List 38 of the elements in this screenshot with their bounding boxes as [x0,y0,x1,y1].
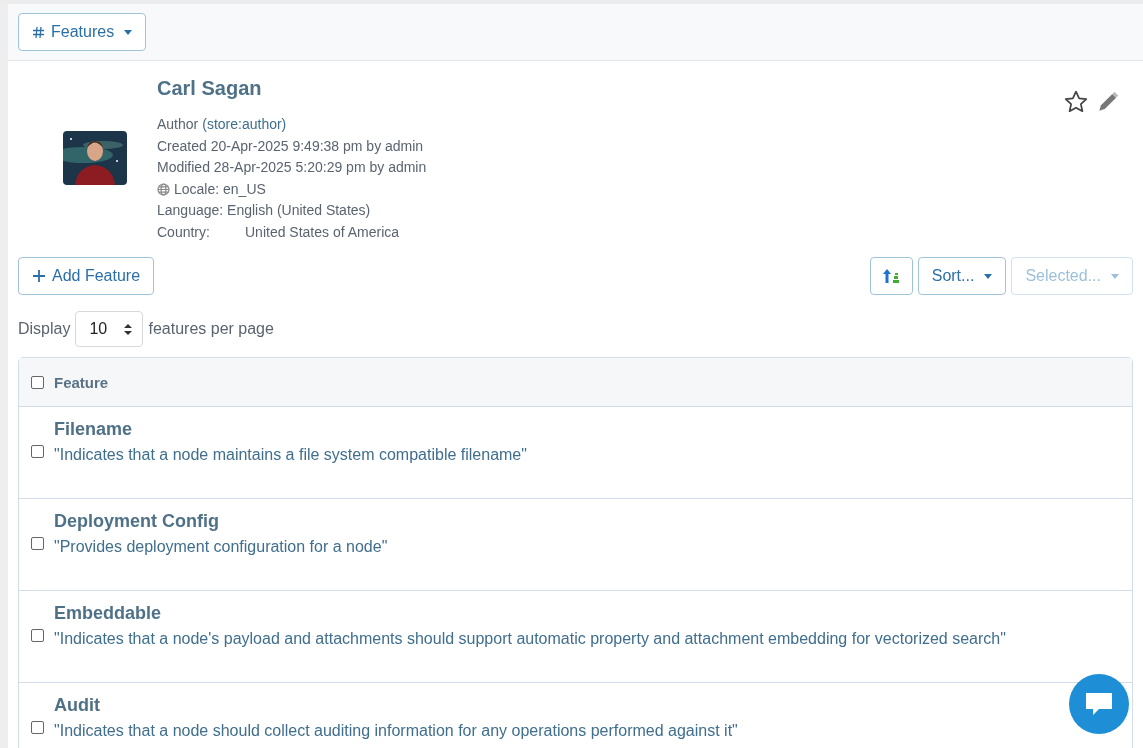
feature-description: "Indicates that a node maintains a file system compatible filename" [54,446,527,464]
chat-bubble-icon [1084,691,1114,717]
sort-arrow-icon [882,268,900,284]
display-label: Display [18,320,71,338]
feature-description: "Provides deployment configuration for a node" [54,538,388,556]
sort-button[interactable]: Sort... [917,257,1007,295]
feature-name[interactable]: Audit [54,695,738,716]
type-link[interactable]: (store:author) [202,114,287,136]
node-title: Carl Sagan [157,77,263,100]
country-value: United States of America [245,222,400,242]
chat-button[interactable] [1069,674,1129,734]
plus-icon [32,269,46,283]
add-feature-button[interactable]: Add Feature [18,257,155,295]
hash-icon [32,25,45,39]
country-label: Country: [157,222,211,242]
language-text: Language: English (United States) [157,201,372,220]
updown-caret-icon [124,323,133,335]
select-all-checkbox[interactable] [31,375,44,389]
star-icon[interactable] [1063,89,1089,115]
modified-text: Modified 28-Apr-2025 5:20:29 pm by admin [157,158,428,177]
row-checkbox[interactable] [31,537,44,550]
feature-description: "Indicates that a node should collect auditing information for any operations performed against it" [54,722,738,740]
locale-text: Locale: en_US [174,179,266,199]
page-size-select[interactable]: 10 [75,311,144,347]
feature-name[interactable]: Deployment Config [54,511,388,532]
per-page-label: features per page [148,320,274,338]
feature-description: "Indicates that a node's payload and attachments should support automatic property and attachment embedding for vectorized search" [54,630,1006,648]
globe-icon [157,182,170,196]
row-checkbox[interactable] [31,629,44,642]
feature-name[interactable]: Embeddable [54,603,1006,624]
row-checkbox[interactable] [31,721,44,734]
created-text: Created 20-Apr-2025 9:49:38 pm by admin [157,136,425,156]
sort-direction-button[interactable] [869,257,913,295]
node-type: Author [157,115,199,134]
column-header[interactable]: Feature [54,373,109,391]
feature-name[interactable]: Filename [54,419,527,440]
row-checkbox[interactable] [31,445,44,458]
features-menu-button[interactable]: Features [18,13,147,51]
